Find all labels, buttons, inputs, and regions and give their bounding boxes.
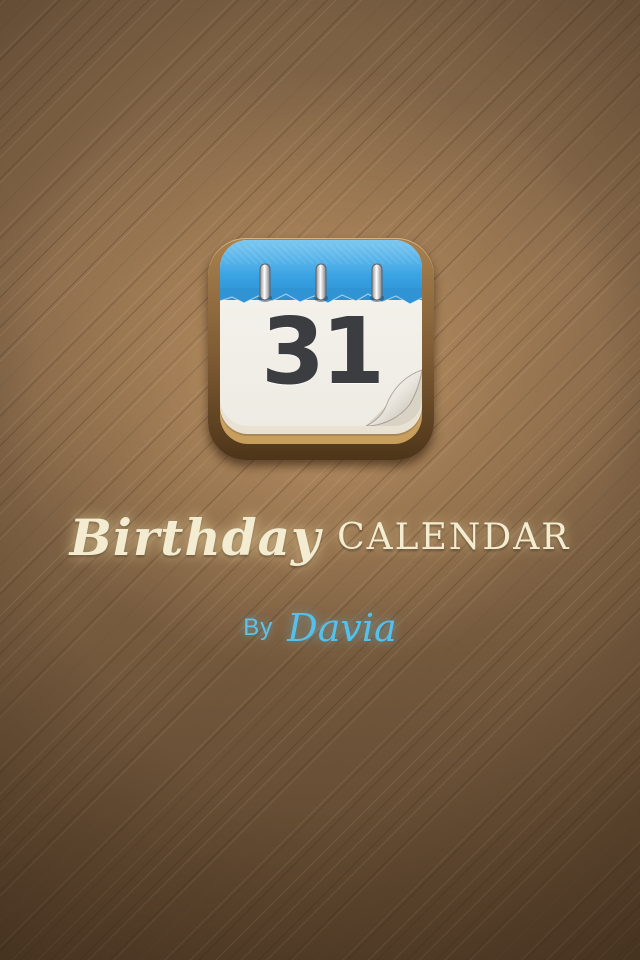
diagonal-pattern-background (0, 0, 640, 960)
binder-rings (258, 263, 384, 302)
page-curl (365, 369, 422, 426)
splash-screen: 31 Birthday CALENDAR By Davia (0, 0, 640, 960)
developer-brand: Davia (287, 606, 397, 650)
developer-byline: By Davia (0, 606, 640, 650)
background-vignette (0, 0, 640, 960)
by-label: By (243, 614, 274, 641)
title-birthday: Birthday (69, 508, 322, 567)
calendar-icon: 31 (208, 238, 434, 464)
title-calendar: CALENDAR (337, 517, 571, 558)
app-title: Birthday CALENDAR (0, 508, 640, 588)
